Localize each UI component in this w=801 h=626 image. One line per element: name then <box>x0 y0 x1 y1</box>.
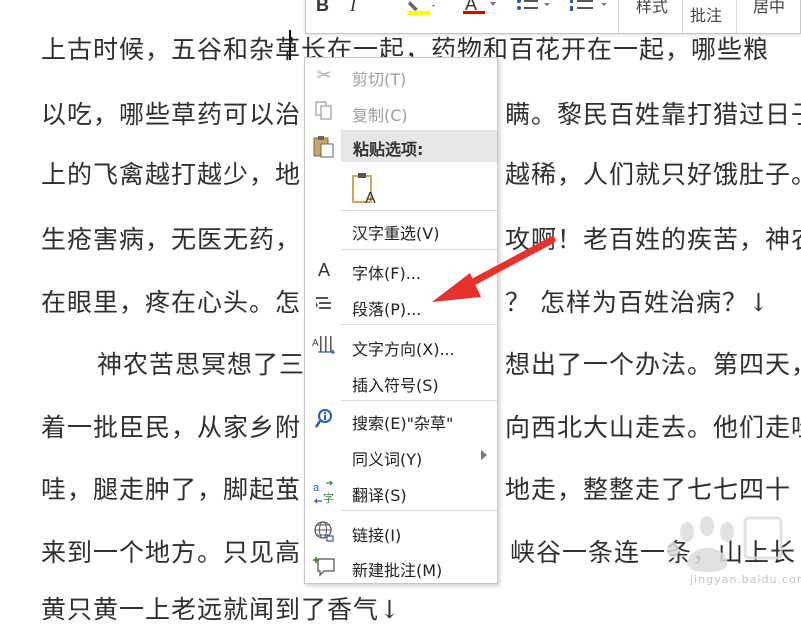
doc-line: 上的飞禽越打越少，地 <box>41 160 302 189</box>
paste-options-header: 粘贴选项: <box>341 130 497 162</box>
comment-icon <box>311 555 337 579</box>
copy-icon <box>311 100 337 124</box>
highlight-button[interactable] <box>406 0 436 15</box>
styles-button[interactable]: 样式 <box>636 0 668 17</box>
menu-item-link[interactable]: 链接(I) <box>305 517 497 547</box>
translate-icon: a字 <box>311 480 337 505</box>
context-menu: ✂ 剪切(T) 复制(C) 粘贴选项: A 汉字重选(V) A 字体(F)... <box>304 57 498 584</box>
bullets-button[interactable] <box>516 0 552 14</box>
menu-item-insert-symbol[interactable]: 插入符号(S) <box>305 367 497 397</box>
paste-keep-text-only-button[interactable]: A <box>351 173 381 207</box>
doc-line: 来到一个地方。只见高 <box>41 538 302 567</box>
doc-line: 攻啊！老百姓的疾苦，神农 <box>505 225 801 254</box>
text-cursor <box>289 30 291 60</box>
menu-item-translate[interactable]: a字 翻译(S) <box>305 477 497 507</box>
doc-line: 地走，整整走了七七四十 <box>505 475 792 504</box>
link-globe-icon <box>311 520 337 544</box>
doc-line: 在眼里，疼在心头。怎 <box>41 288 302 317</box>
doc-line: 生疮害病，无医无药， <box>41 225 302 254</box>
mini-toolbar: B I A 样式 批注 居中 <box>305 0 801 34</box>
text-direction-icon: A <box>311 334 337 358</box>
font-color-button[interactable]: A <box>463 0 497 14</box>
svg-text:A: A <box>312 338 319 349</box>
svg-text:A: A <box>365 190 376 207</box>
doc-line: 向西北大山走去。他们走哇 <box>505 413 801 442</box>
doc-line: 瞒。黎民百姓靠打猎过日子 <box>505 100 801 129</box>
numbering-button[interactable] <box>569 0 609 14</box>
highlighter-icon <box>408 1 435 15</box>
clipboard-icon <box>313 136 334 158</box>
menu-item-font[interactable]: A 字体(F)... <box>305 255 497 285</box>
menu-item-copy[interactable]: 复制(C) <box>305 97 497 127</box>
menu-item-text-direction[interactable]: A 文字方向(X)... <box>305 331 497 361</box>
doc-line: 以吃，哪些草药可以治 <box>41 100 302 129</box>
svg-text:字: 字 <box>323 491 334 504</box>
bold-button[interactable]: B <box>316 0 329 16</box>
menu-item-search[interactable]: 搜索(E)"杂草" <box>305 405 497 435</box>
doc-line: 着一批臣民，从家乡附 <box>41 413 302 442</box>
doc-line: 越稀，人们就只好饿肚子。 <box>505 160 801 189</box>
watermark-text: jingyan.baidu.com <box>690 573 801 586</box>
scissors-icon: ✂ <box>316 65 332 86</box>
font-icon: A <box>317 260 330 280</box>
paste-text-only-icon: A <box>352 173 376 207</box>
doc-line: 神农苦思冥想了三 <box>97 350 306 379</box>
bullet-list-icon <box>517 0 550 10</box>
doc-line: ？ 怎样为百姓治病？↓ <box>505 288 770 317</box>
paragraph-icon <box>311 294 337 318</box>
search-icon <box>311 408 337 432</box>
submenu-arrow-icon <box>481 450 487 460</box>
svg-text:a: a <box>313 482 320 494</box>
new-comment-button[interactable]: 批注 <box>690 2 722 26</box>
center-button[interactable]: 居中 <box>753 0 785 17</box>
doc-line: 哇，腿走肿了，脚起茧 <box>41 475 302 504</box>
menu-item-synonyms[interactable]: 同义词(Y) <box>305 441 497 471</box>
italic-button[interactable]: I <box>350 0 356 16</box>
doc-line: 想出了一个办法。第四天， <box>505 350 801 379</box>
menu-item-paragraph[interactable]: 段落(P)... <box>305 291 497 321</box>
doc-line: 黄只黄一上老远就闻到了香气↓ <box>41 595 401 624</box>
menu-item-new-comment[interactable]: 新建批注(M) <box>305 552 497 582</box>
numbered-list-icon <box>570 0 607 11</box>
menu-item-cut[interactable]: ✂ 剪切(T) <box>305 61 497 91</box>
menu-item-reconvert[interactable]: 汉字重选(V) <box>305 215 497 245</box>
